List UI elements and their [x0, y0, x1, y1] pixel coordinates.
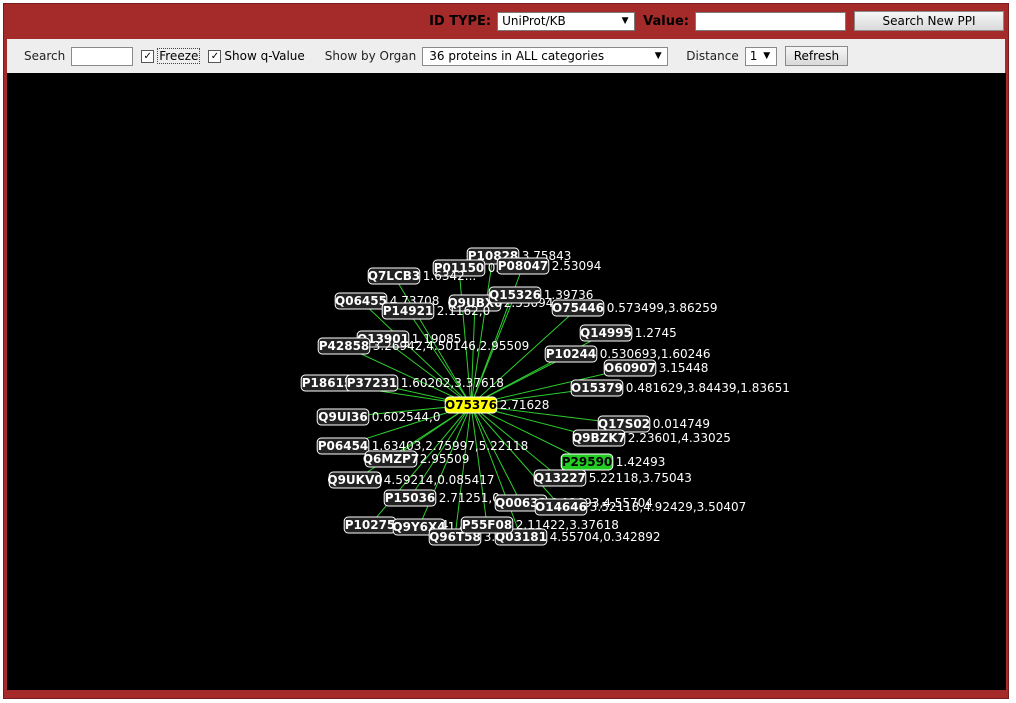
- protein-node[interactable]: Q9UKV0 4.59214,0.085417: [327, 471, 495, 489]
- protein-id-label: Q7LCB3: [368, 269, 421, 283]
- toolbar: Search ✓ Freeze ✓ Show q-Value Show by O…: [7, 39, 1005, 74]
- graph-nodes: P108283.75843P011500.0...P080472.53094Q7…: [300, 247, 790, 546]
- ppi-graph[interactable]: P108283.75843P011500.0...P080472.53094Q7…: [7, 73, 1006, 690]
- protein-id-label: Q9UKV0: [327, 473, 382, 487]
- qvalue-label: 1.60202,3.37618: [401, 376, 504, 390]
- qvalue-label: 3.15448: [659, 361, 709, 375]
- qvalue-label: 3.52118,4.92429,3.50407: [590, 500, 747, 514]
- protein-node[interactable]: P55F08 2.11422,3.37618: [460, 516, 619, 534]
- qvalue-label: 1.42493: [616, 455, 666, 469]
- protein-id-label: Q9BZK7: [572, 431, 626, 445]
- id-type-select[interactable]: UniProt/KB ▼: [497, 11, 636, 31]
- qvalue-label: 2.11422,3.37618: [516, 518, 619, 532]
- value-input[interactable]: [695, 11, 846, 31]
- protein-id-label: Q14995: [580, 326, 632, 340]
- protein-id-label: O15379: [571, 381, 623, 395]
- qvalue-label: 2.95509: [420, 452, 470, 466]
- protein-node[interactable]: P14921 2.1162,0: [381, 302, 490, 320]
- protein-id-label: O14646: [535, 500, 587, 514]
- protein-id-label: P08047: [498, 259, 549, 273]
- qvalue-label: 0.481629,3.84439,1.83651: [626, 381, 790, 395]
- protein-id-label: Q6MZP7: [363, 452, 419, 466]
- protein-id-label: Q15326: [489, 288, 541, 302]
- protein-node[interactable]: P15036 2.71251,0: [383, 489, 500, 507]
- protein-node[interactable]: P18615: [300, 374, 354, 392]
- protein-id-label: P18615: [302, 376, 353, 390]
- protein-node[interactable]: Q7LCB3 1.6342...: [367, 267, 476, 285]
- qvalue-label: 4.55704,0.342892: [550, 530, 661, 544]
- protein-node[interactable]: Q13227 5.22118,3.75043: [533, 469, 692, 487]
- show-qvalue-label: Show q-Value: [224, 49, 305, 63]
- qvalue-label: 2.71628: [500, 398, 550, 412]
- protein-id-label: P37231: [347, 376, 398, 390]
- search-input[interactable]: [71, 46, 134, 66]
- protein-id-label: O60907: [604, 361, 656, 375]
- id-type-label: ID TYPE:: [429, 13, 492, 29]
- qvalue-label: 0.573499,3.86259: [607, 301, 718, 315]
- interaction-edge: [470, 404, 488, 526]
- protein-id-label: Q13227: [534, 471, 586, 485]
- show-qvalue-checkbox[interactable]: ✓ Show q-Value: [208, 49, 305, 63]
- protein-node[interactable]: O14646 3.52118,4.92429,3.50407: [534, 498, 747, 516]
- qvalue-label: 0.014749: [653, 417, 710, 431]
- protein-node[interactable]: P29590 1.42493: [560, 453, 666, 471]
- qvalue-label: 0.530693,1.60246: [600, 347, 711, 361]
- protein-id-label: O75446: [552, 301, 604, 315]
- qvalue-label: 1.6342...: [423, 269, 476, 283]
- search-label: Search: [24, 49, 66, 63]
- qvalue-label: 2.71251,0: [439, 491, 500, 505]
- protein-node[interactable]: Q6MZP7 2.95509: [363, 450, 470, 468]
- chevron-down-icon: ▼: [621, 16, 629, 26]
- qvalue-label: 4.59214,0.085417: [384, 473, 495, 487]
- qvalue-label: 2.53094: [552, 259, 602, 273]
- protein-node[interactable]: P37231 1.60202,3.37618: [345, 374, 504, 392]
- value-label: Value:: [643, 13, 689, 29]
- organ-label: Show by Organ: [324, 49, 417, 63]
- protein-node[interactable]: O15379 0.481629,3.84439,1.83651: [570, 379, 790, 397]
- checkmark-icon: ✓: [208, 49, 222, 63]
- chevron-down-icon: ▼: [763, 51, 771, 61]
- checkmark-icon: ✓: [141, 49, 155, 63]
- interaction-edge: [470, 404, 522, 504]
- qvalue-label: 3.26942,4.50146,2.95509: [373, 339, 530, 353]
- protein-id-label: O75376: [445, 398, 497, 412]
- distance-select[interactable]: 1 ▼: [744, 46, 777, 66]
- protein-node[interactable]: Q9BZK7 2.23601,4.33025: [572, 429, 731, 447]
- distance-label: Distance: [686, 49, 739, 63]
- protein-id-label: Q17S02: [598, 417, 650, 431]
- protein-id-label: P10275: [345, 518, 396, 532]
- refresh-button[interactable]: Refresh: [784, 46, 849, 66]
- ppi-graph-canvas[interactable]: P108283.75843P011500.0...P080472.53094Q7…: [7, 73, 1006, 690]
- top-bar: ID TYPE: UniProt/KB ▼ Value: Search New …: [4, 4, 1008, 38]
- distance-value: 1: [749, 49, 758, 63]
- chevron-down-icon: ▼: [654, 51, 662, 61]
- qvalue-label: 1.2745: [635, 326, 677, 340]
- protein-id-label: P10244: [546, 347, 597, 361]
- protein-node[interactable]: Q14995 1.2745: [579, 324, 677, 342]
- protein-id-label: P06454: [318, 439, 369, 453]
- protein-node[interactable]: P42858 3.26942,4.50146,2.95509: [317, 337, 530, 355]
- qvalue-label: 5.22118,3.75043: [589, 471, 692, 485]
- organ-select[interactable]: 36 proteins in ALL categories ▼: [422, 46, 669, 66]
- freeze-checkbox[interactable]: ✓ Freeze: [141, 48, 201, 64]
- protein-node[interactable]: O75446 0.573499,3.86259: [551, 299, 718, 317]
- freeze-label: Freeze: [157, 48, 201, 64]
- protein-id-label: P29590: [562, 455, 613, 469]
- interaction-edge: [470, 404, 588, 463]
- protein-id-label: P55F08: [462, 518, 512, 532]
- qvalue-label: 0.602544,0: [372, 410, 441, 424]
- protein-node[interactable]: O60907 3.15448: [603, 359, 709, 377]
- protein-node[interactable]: Q9UI36 0.602544,0: [316, 408, 441, 426]
- protein-id-label: P42858: [319, 339, 370, 353]
- protein-id-label: Q06455: [335, 294, 387, 308]
- protein-id-label: P15036: [385, 491, 436, 505]
- id-type-value: UniProt/KB: [502, 14, 566, 28]
- protein-id-label: P14921: [383, 304, 434, 318]
- qvalue-label: 2.1162,0: [437, 304, 490, 318]
- qvalue-label: 2.23601,4.33025: [628, 431, 731, 445]
- protein-id-label: Q9UI36: [318, 410, 367, 424]
- search-new-ppi-button[interactable]: Search New PPI: [854, 11, 1004, 31]
- organ-value: 36 proteins in ALL categories: [429, 49, 605, 63]
